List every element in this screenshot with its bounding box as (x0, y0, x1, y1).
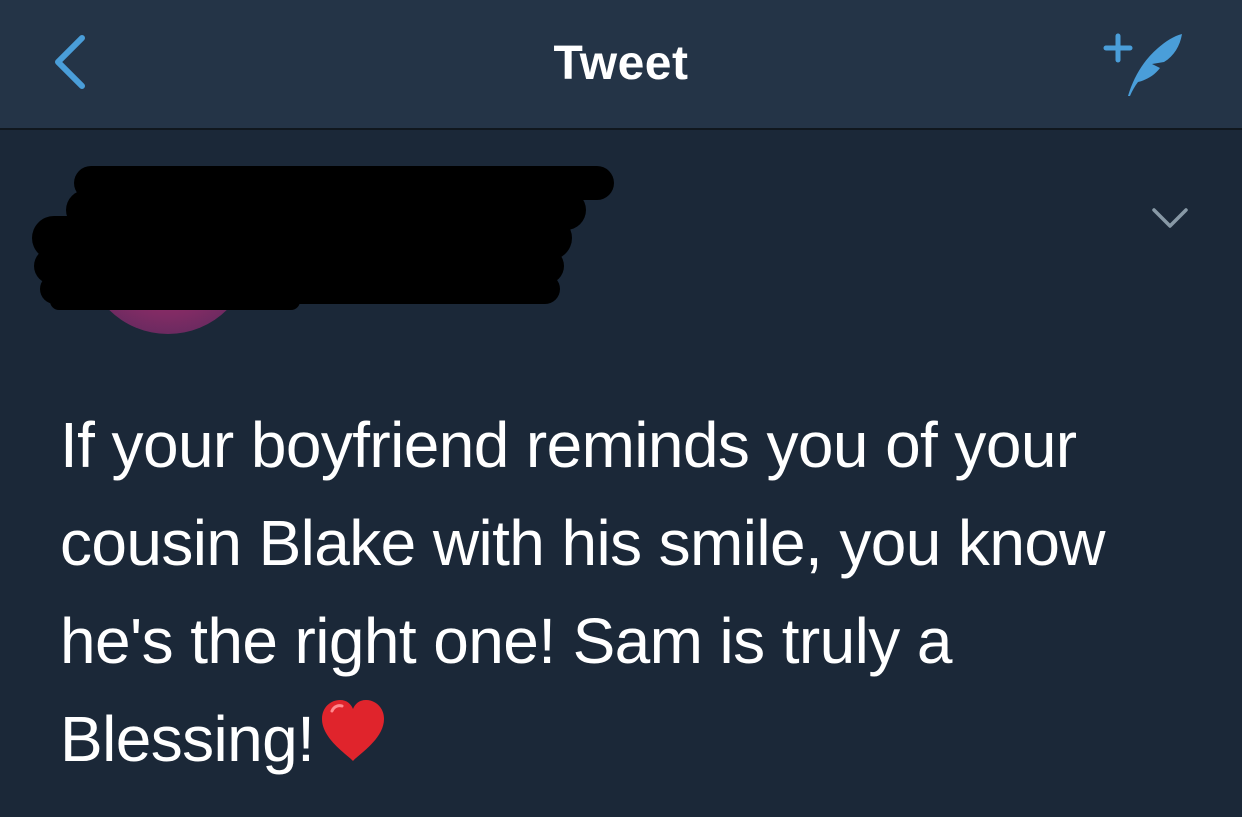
tweet-body: If your boyfriend reminds you of your co… (60, 396, 1190, 788)
compose-tweet-button[interactable] (1100, 24, 1190, 100)
chevron-down-icon (1152, 208, 1188, 228)
navigation-bar: Tweet (0, 0, 1242, 130)
tweet-menu-button[interactable] (1148, 198, 1192, 238)
page-title: Tweet (553, 37, 689, 90)
tweet-text: If your boyfriend reminds you of your co… (60, 409, 1106, 775)
redaction-scribble (32, 166, 614, 310)
compose-tweet-icon (1103, 33, 1182, 96)
red-heart-emoji (322, 700, 385, 761)
